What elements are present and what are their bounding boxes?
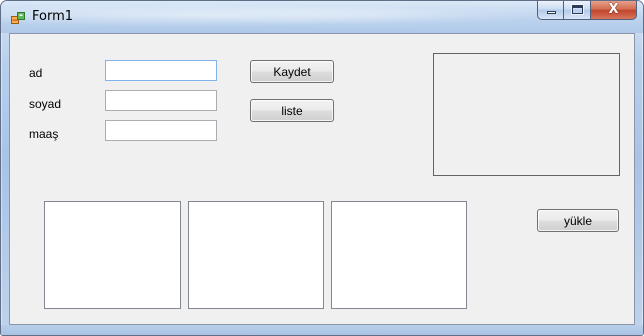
kaydet-button[interactable]: Kaydet <box>250 60 334 83</box>
picture-box-1 <box>44 201 181 309</box>
ad-input[interactable] <box>105 60 217 81</box>
soyad-input[interactable] <box>105 90 217 111</box>
form-app-icon <box>11 12 25 24</box>
yukle-button[interactable]: yükle <box>537 209 619 232</box>
maximize-icon <box>572 5 583 14</box>
maas-label: maaş <box>29 127 59 141</box>
window-bottom-border[interactable] <box>1 325 643 335</box>
picture-box-3 <box>331 201 467 309</box>
close-icon: X <box>608 2 619 17</box>
title-bar[interactable]: Form1 X <box>1 1 643 33</box>
form-window: Form1 X ad soyad maaş Kaydet liste yükle <box>0 0 644 336</box>
picture-box-2 <box>188 201 324 309</box>
minimize-button[interactable] <box>537 1 564 20</box>
soyad-label: soyad <box>29 97 62 111</box>
form-client-area: ad soyad maaş Kaydet liste yükle <box>9 33 635 325</box>
caption-buttons: X <box>537 1 637 22</box>
picture-box-main <box>433 53 620 176</box>
minimize-icon <box>547 11 556 14</box>
ad-label: ad <box>29 66 43 80</box>
liste-button[interactable]: liste <box>250 99 334 122</box>
maas-input[interactable] <box>105 120 217 141</box>
window-title: Form1 <box>32 9 74 24</box>
maximize-button[interactable] <box>564 1 591 20</box>
close-button[interactable]: X <box>591 1 637 20</box>
